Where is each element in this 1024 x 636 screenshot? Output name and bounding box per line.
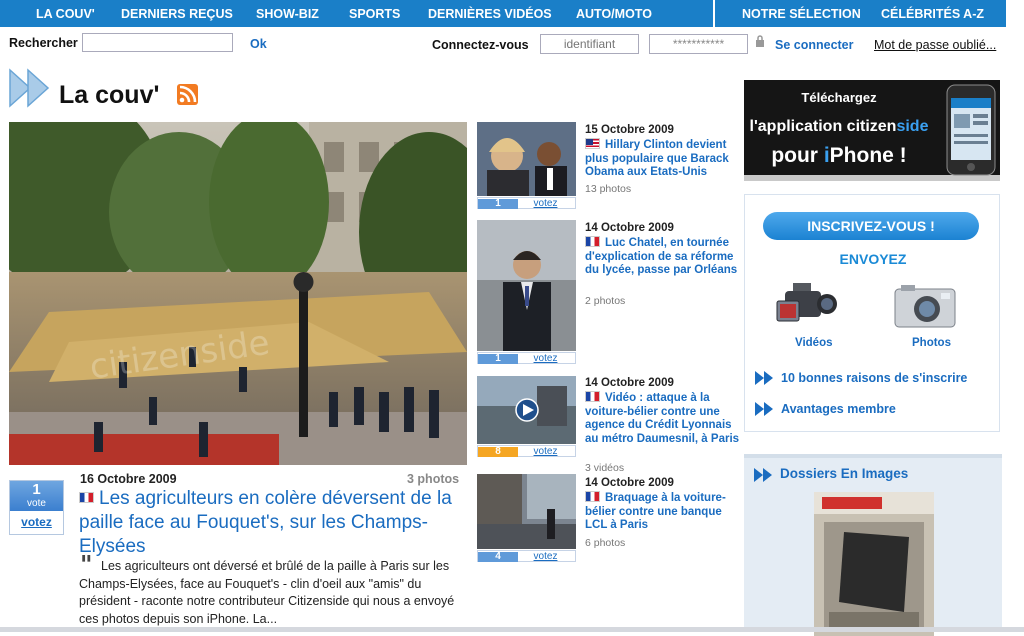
nav-dernieres-videos[interactable]: DERNIÈRES VIDÉOS — [428, 7, 552, 21]
story-1-date: 15 Octobre 2009 — [585, 124, 674, 136]
hero-photo[interactable]: citizenside — [9, 122, 467, 465]
nav-derniers-recus[interactable]: DERNIERS REÇUS — [121, 7, 233, 21]
france-flag-icon — [585, 491, 600, 503]
photo-camera-icon[interactable] — [893, 281, 957, 332]
nav-la-couv[interactable]: LA COUV' — [36, 7, 95, 21]
rss-icon[interactable] — [177, 84, 198, 105]
story-3-title[interactable]: Vidéo : attaque à la voiture-bélier cont… — [585, 391, 743, 446]
story-4-vote-bar: 4 votez — [477, 550, 576, 562]
hero-vote-box: 1 vote votez — [9, 480, 64, 535]
story-2-vote-count: 1 — [478, 354, 518, 364]
lock-icon — [755, 35, 765, 47]
story-2-vote-bar: 1 votez — [477, 352, 576, 364]
nav-sports[interactable]: SPORTS — [349, 7, 400, 21]
story-2-count: 2 photos — [585, 295, 626, 307]
nav-auto-moto[interactable]: AUTO/MOTO — [576, 7, 652, 21]
story-1-vote-link[interactable]: votez — [518, 199, 573, 209]
nav-divider — [713, 0, 715, 27]
story-2-thumbnail[interactable] — [477, 220, 576, 351]
story-1-count: 13 photos — [585, 183, 632, 195]
double-arrow-icon — [755, 371, 777, 385]
story-3-count: 3 vidéos — [585, 462, 625, 474]
hero-summary: Les agriculteurs ont déversé et brûlé de… — [79, 559, 455, 626]
hero-headline[interactable]: Les agriculteurs en colère déversent de … — [79, 487, 464, 559]
nav-celebrites[interactable]: CÉLÉBRITÉS A-Z — [881, 7, 984, 21]
top-navigation: LA COUV' DERNIERS REÇUS SHOW-BIZ SPORTS … — [0, 0, 1006, 27]
story-3-vote-link[interactable]: votez — [518, 447, 573, 457]
story-3-date: 14 Octobre 2009 — [585, 377, 674, 389]
story-3-vote-bar: 8 votez — [477, 445, 576, 457]
signup-box: INSCRIVEZ-VOUS ! ENVOYEZ Vidéos Photos 1… — [744, 194, 1000, 432]
dossiers-panel: Dossiers En Images — [744, 454, 1002, 636]
search-input[interactable] — [82, 33, 233, 52]
double-arrow-icon — [754, 468, 776, 482]
story-1-title[interactable]: Hillary Clinton devient plus populaire q… — [585, 138, 743, 180]
hero-vote-count: 1 vote — [10, 481, 63, 511]
france-flag-icon — [585, 236, 600, 248]
story-3-vote-count: 8 — [478, 447, 518, 457]
story-3-thumbnail[interactable] — [477, 376, 576, 444]
iphone-icon — [946, 84, 996, 179]
hero-photo-count: 3 photos — [407, 472, 460, 486]
dossiers-heading[interactable]: Dossiers En Images — [780, 466, 908, 481]
search-ok-button[interactable]: Ok — [250, 37, 267, 51]
usa-flag-icon — [585, 138, 600, 150]
story-2-title[interactable]: Luc Chatel, en tournée d'explication de … — [585, 236, 743, 278]
story-2-date: 14 Octobre 2009 — [585, 222, 674, 234]
video-camera-icon[interactable] — [775, 277, 839, 334]
hero-date: 16 Octobre 2009 — [80, 472, 177, 486]
member-benefits-link[interactable]: Avantages membre — [781, 402, 896, 416]
nav-notre-selection[interactable]: NOTRE SÉLECTION — [742, 7, 861, 21]
france-flag-icon — [79, 492, 94, 504]
search-label: Rechercher — [9, 36, 78, 50]
story-4-vote-link[interactable]: votez — [518, 552, 573, 562]
signup-button[interactable]: INSCRIVEZ-VOUS ! — [763, 212, 979, 240]
forgot-password-link[interactable]: Mot de passe oublié... — [874, 38, 996, 52]
send-heading: ENVOYEZ — [839, 251, 907, 267]
photos-label[interactable]: Photos — [912, 337, 951, 349]
france-flag-icon — [585, 391, 600, 403]
story-4-date: 14 Octobre 2009 — [585, 477, 674, 489]
connect-button[interactable]: Se connecter — [775, 38, 854, 52]
page-title: La couv' — [59, 81, 160, 109]
story-1-vote-bar: 1 votez — [477, 197, 576, 209]
story-1-vote-count: 1 — [478, 199, 518, 209]
dossiers-image[interactable] — [814, 492, 934, 636]
double-arrow-icon — [8, 68, 52, 111]
nav-show-biz[interactable]: SHOW-BIZ — [256, 7, 319, 21]
story-1-thumbnail[interactable] — [477, 122, 576, 196]
story-4-thumbnail[interactable] — [477, 474, 576, 549]
ad-line-1: Téléchargez — [801, 90, 877, 105]
reasons-link[interactable]: 10 bonnes raisons de s'inscrire — [781, 371, 967, 385]
story-2-vote-link[interactable]: votez — [518, 354, 573, 364]
story-4-count: 6 photos — [585, 537, 626, 549]
login-label: Connectez-vous — [432, 38, 529, 52]
story-4-vote-count: 4 — [478, 552, 518, 562]
password-input[interactable] — [649, 34, 748, 54]
iphone-app-ad[interactable]: Téléchargez l'application citizenside po… — [744, 80, 1000, 181]
videos-label[interactable]: Vidéos — [795, 337, 833, 349]
search-login-bar: Rechercher Ok Connectez-vous Se connecte… — [0, 30, 1024, 58]
double-arrow-icon — [755, 402, 777, 416]
story-4-title[interactable]: Braquage à la voiture-bélier contre une … — [585, 491, 743, 533]
hero-vote-link[interactable]: votez — [10, 511, 63, 529]
bottom-scrollbar[interactable] — [0, 627, 1024, 632]
ad-line-2: l'application citizenside — [749, 118, 929, 135]
username-input[interactable] — [540, 34, 639, 54]
ad-line-3: pour iPhone ! — [771, 144, 907, 167]
